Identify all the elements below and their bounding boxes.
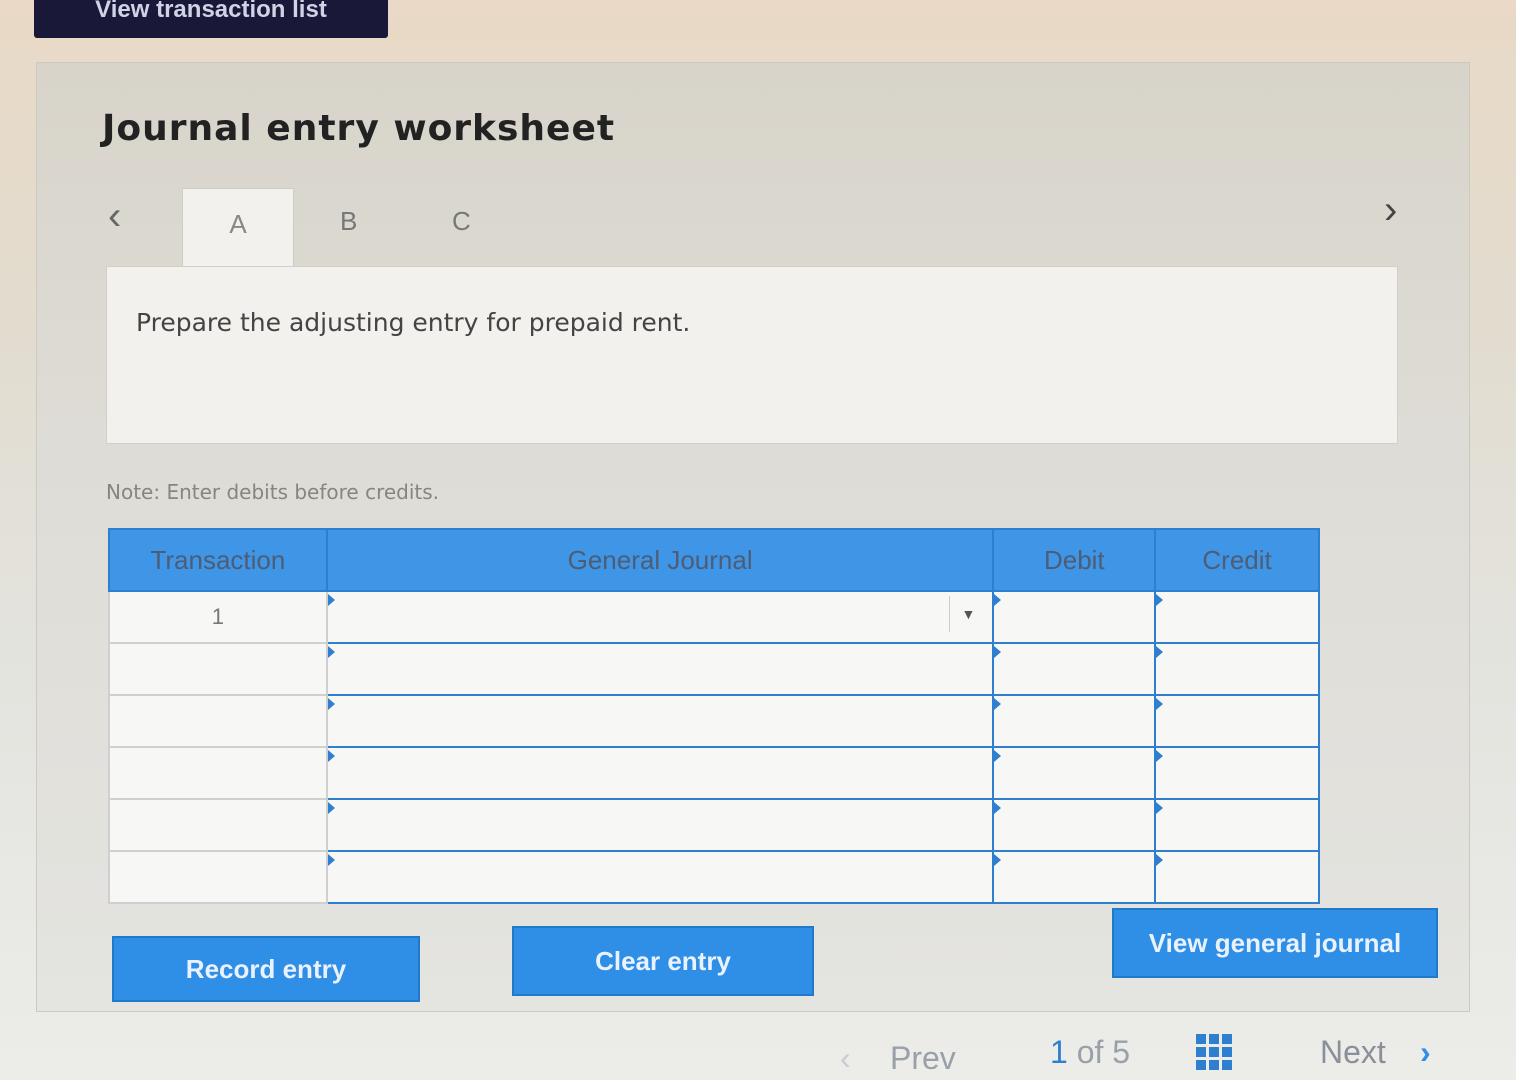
page-total: 5 — [1112, 1034, 1131, 1070]
table-row — [108, 642, 1320, 696]
input-marker-icon — [1156, 594, 1164, 606]
input-marker-icon — [994, 854, 1002, 866]
input-marker-icon — [327, 646, 335, 658]
prev-button[interactable]: Prev — [890, 1040, 956, 1077]
chevron-right-icon[interactable]: › — [1420, 1034, 1431, 1071]
chevron-left-icon[interactable]: ‹ — [108, 196, 121, 236]
input-marker-icon — [327, 802, 335, 814]
credit-input[interactable] — [1154, 746, 1320, 800]
input-marker-icon — [1156, 646, 1164, 658]
transaction-cell — [108, 850, 328, 904]
input-marker-icon — [994, 646, 1002, 658]
debit-input[interactable] — [992, 850, 1157, 904]
journal-table: Transaction General Journal Debit Credit… — [108, 528, 1320, 904]
debit-input[interactable] — [992, 590, 1157, 644]
tab-c[interactable]: C — [452, 206, 471, 237]
credit-input[interactable] — [1154, 694, 1320, 748]
caret-down-icon[interactable]: ▼ — [949, 596, 986, 632]
header-debit: Debit — [992, 528, 1157, 592]
input-marker-icon — [994, 750, 1002, 762]
debit-input[interactable] — [992, 694, 1157, 748]
credit-input[interactable] — [1154, 642, 1320, 696]
general-journal-input[interactable] — [325, 798, 995, 852]
prompt-text: Prepare the adjusting entry for prepaid … — [136, 308, 691, 337]
table-row: 1 ▼ — [108, 590, 1320, 644]
page-current: 1 — [1050, 1034, 1068, 1070]
transaction-cell — [108, 746, 328, 800]
input-marker-icon — [327, 698, 335, 710]
page-of: of — [1076, 1034, 1104, 1070]
transaction-cell — [108, 642, 328, 696]
debit-input[interactable] — [992, 798, 1157, 852]
input-marker-icon — [327, 750, 335, 762]
chevron-right-icon[interactable]: › — [1384, 190, 1397, 230]
debit-input[interactable] — [992, 746, 1157, 800]
table-row — [108, 798, 1320, 852]
header-general-journal: General Journal — [325, 528, 995, 592]
next-button[interactable]: Next — [1320, 1034, 1386, 1071]
clear-entry-button[interactable]: Clear entry — [512, 926, 814, 996]
general-journal-select[interactable]: ▼ — [325, 590, 995, 644]
input-marker-icon — [994, 802, 1002, 814]
table-header-row: Transaction General Journal Debit Credit — [108, 528, 1320, 592]
transaction-cell: 1 — [108, 590, 328, 644]
view-transaction-list-button[interactable]: View transaction list — [34, 0, 388, 38]
transaction-cell — [108, 798, 328, 852]
input-marker-icon — [327, 854, 335, 866]
table-row — [108, 694, 1320, 748]
prompt-box — [106, 266, 1398, 444]
credit-input[interactable] — [1154, 590, 1320, 644]
general-journal-input[interactable] — [325, 642, 995, 696]
table-row — [108, 746, 1320, 800]
input-marker-icon — [1156, 750, 1164, 762]
note-text: Note: Enter debits before credits. — [106, 480, 440, 504]
input-marker-icon — [1156, 802, 1164, 814]
chevron-left-icon[interactable]: ‹ — [840, 1040, 851, 1077]
view-general-journal-button[interactable]: View general journal — [1112, 908, 1438, 978]
record-entry-button[interactable]: Record entry — [112, 936, 420, 1002]
tab-b[interactable]: B — [340, 206, 357, 237]
input-marker-icon — [994, 698, 1002, 710]
grid-icon[interactable] — [1196, 1034, 1232, 1070]
input-marker-icon — [1156, 854, 1164, 866]
transaction-cell — [108, 694, 328, 748]
input-marker-icon — [327, 594, 335, 606]
debit-input[interactable] — [992, 642, 1157, 696]
credit-input[interactable] — [1154, 798, 1320, 852]
credit-input[interactable] — [1154, 850, 1320, 904]
input-marker-icon — [1156, 698, 1164, 710]
input-marker-icon — [994, 594, 1002, 606]
page-title: Journal entry worksheet — [102, 108, 616, 149]
page-indicator: 1 of 5 — [1050, 1034, 1130, 1071]
general-journal-input[interactable] — [325, 694, 995, 748]
general-journal-input[interactable] — [325, 746, 995, 800]
table-row — [108, 850, 1320, 904]
general-journal-input[interactable] — [325, 850, 995, 904]
header-transaction: Transaction — [108, 528, 328, 592]
header-credit: Credit — [1154, 528, 1320, 592]
